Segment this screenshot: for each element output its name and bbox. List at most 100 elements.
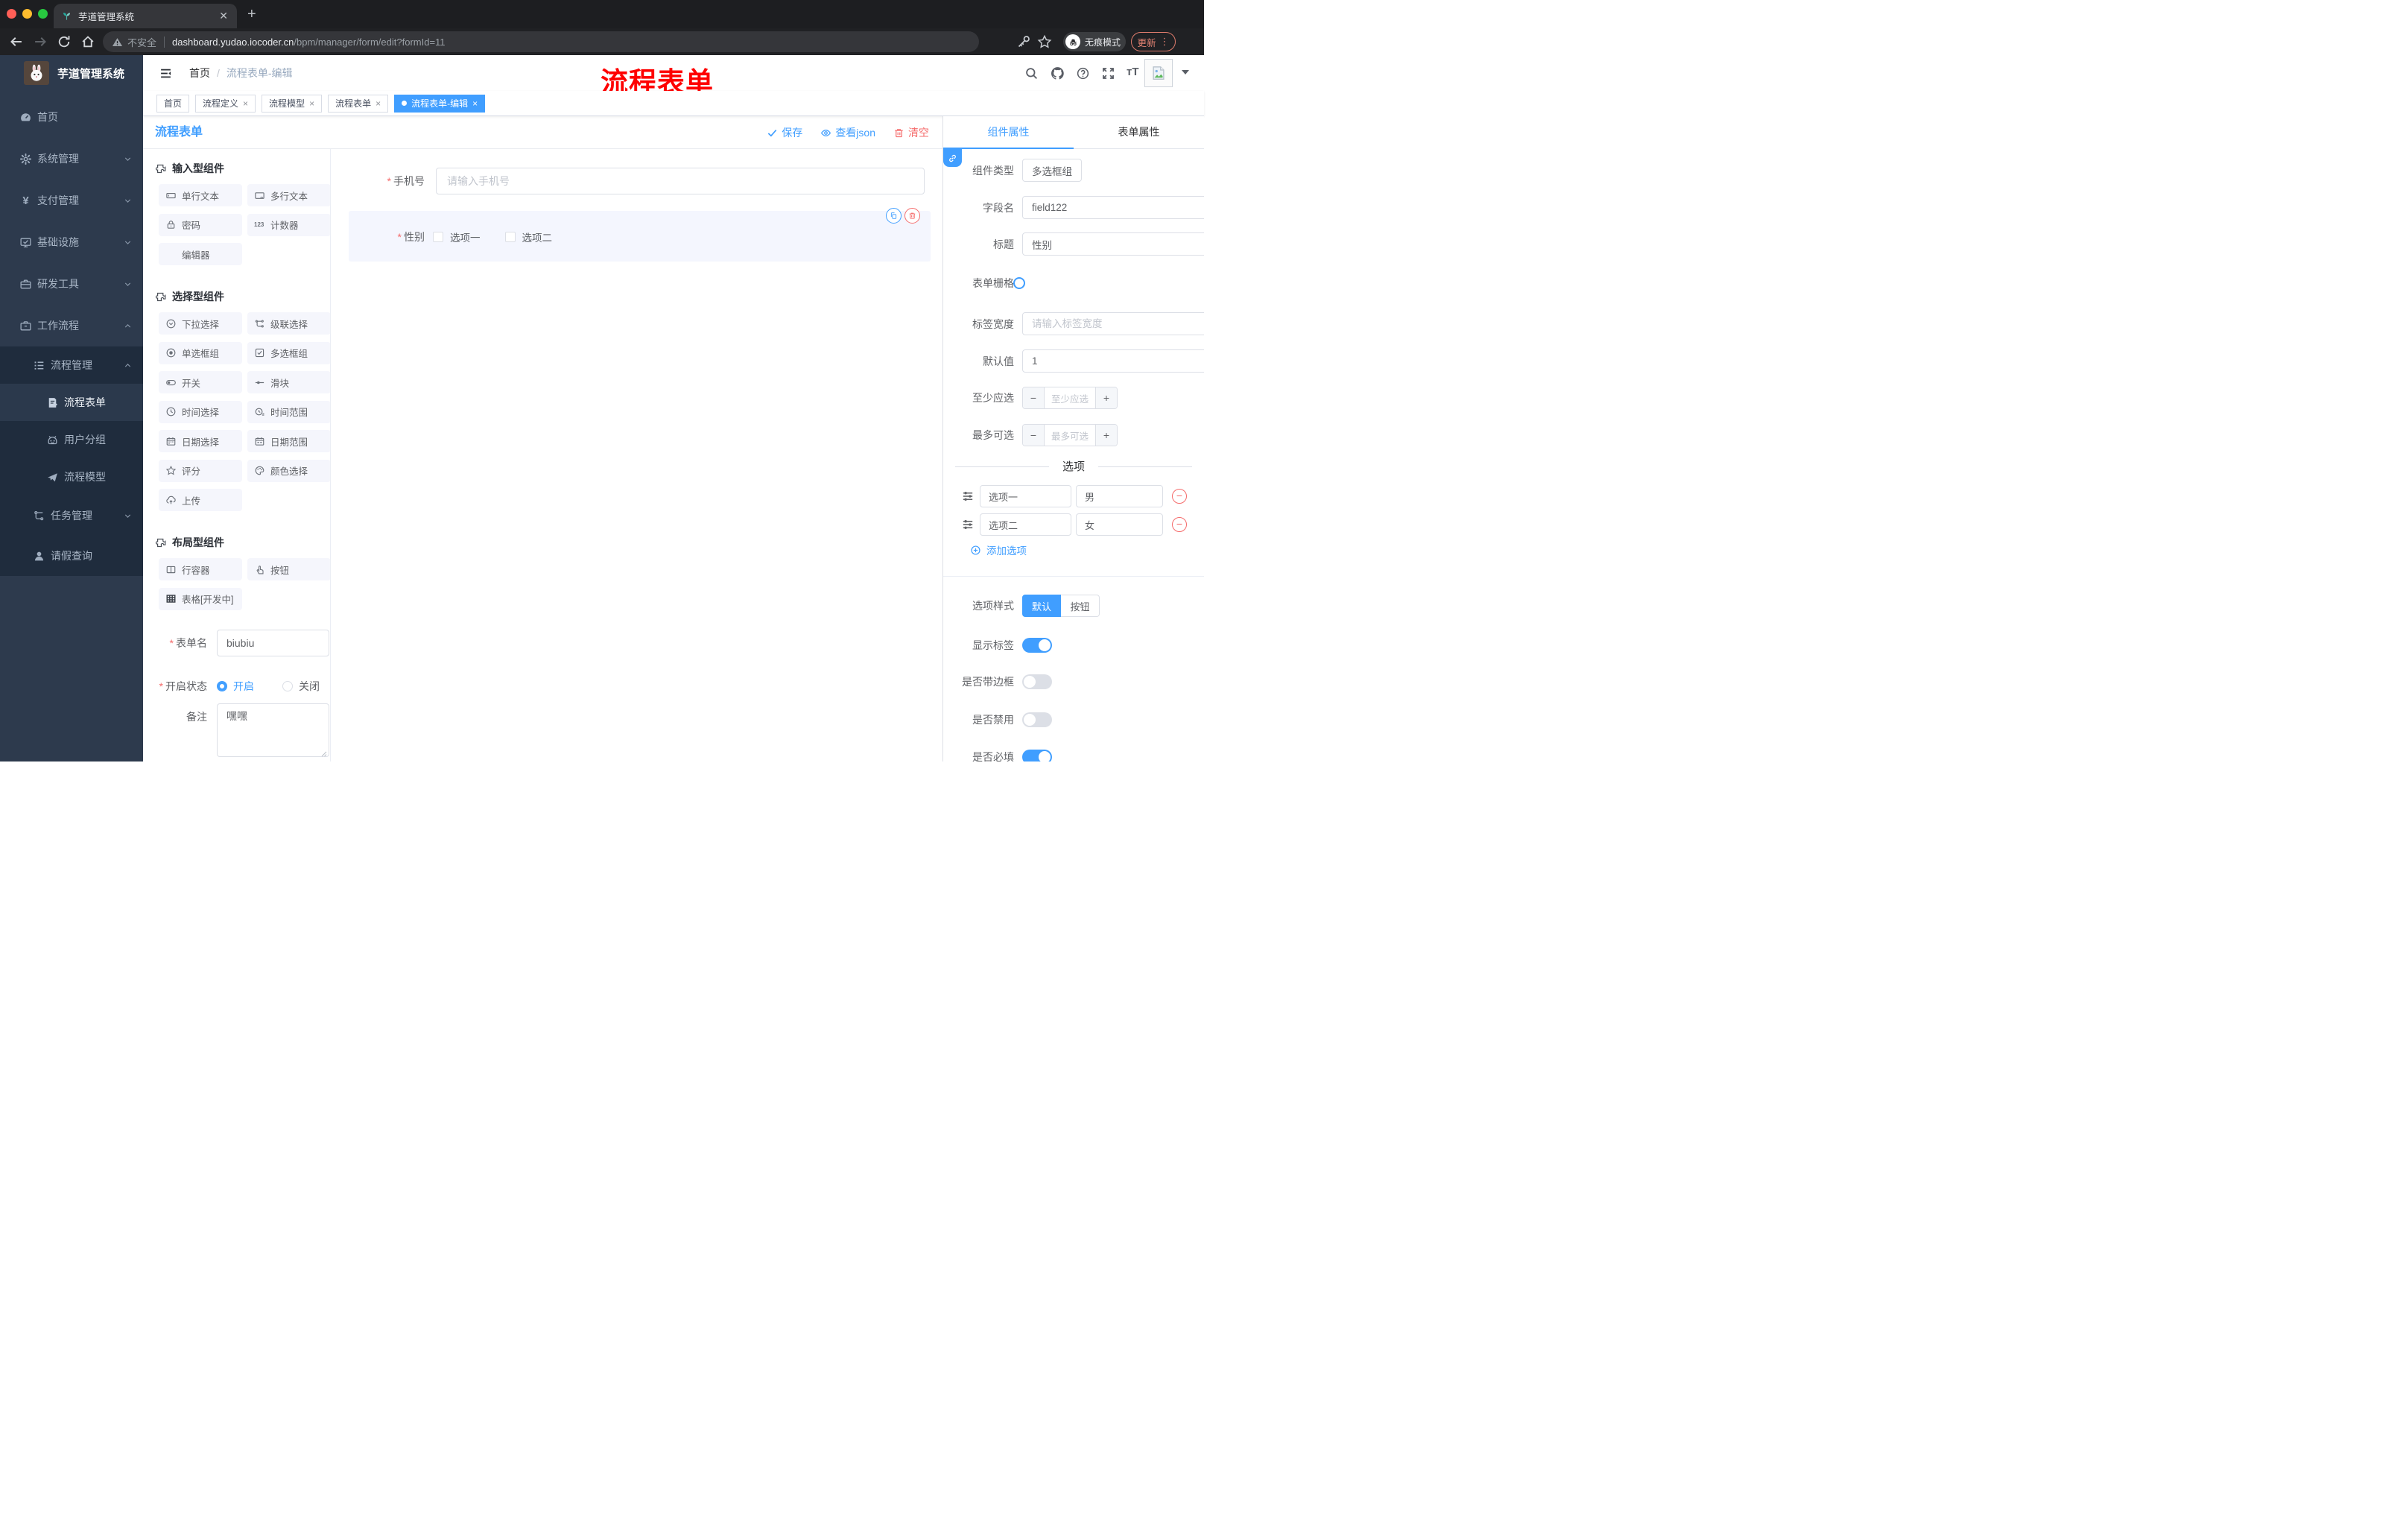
sidebar-item-payment[interactable]: ¥ 支付管理: [0, 180, 143, 221]
style-default-button[interactable]: 默认: [1022, 595, 1061, 617]
tag-process-form[interactable]: 流程表单 ×: [328, 94, 389, 113]
required-switch[interactable]: [1022, 750, 1052, 762]
tag-home[interactable]: 首页: [156, 94, 190, 113]
fullscreen-icon[interactable]: [1101, 66, 1115, 80]
title-input[interactable]: [1022, 232, 1204, 256]
minimize-window-button[interactable]: [22, 9, 32, 19]
clear-button[interactable]: 清空: [893, 125, 929, 140]
component-item-button[interactable]: 按钮: [247, 558, 330, 580]
component-item-switch[interactable]: 开关: [159, 371, 242, 393]
tag-process-model[interactable]: 流程模型 ×: [262, 94, 323, 113]
option2-label-input[interactable]: [980, 513, 1071, 536]
tag-close-icon[interactable]: ×: [243, 98, 248, 109]
style-button-button[interactable]: 按钮: [1061, 595, 1100, 617]
back-icon[interactable]: [9, 34, 24, 49]
form-remark-textarea[interactable]: [217, 703, 329, 757]
tag-close-icon[interactable]: ×: [376, 98, 381, 109]
component-item-checkbox-group[interactable]: 多选框组: [247, 341, 330, 364]
search-icon[interactable]: [1024, 66, 1039, 80]
browser-tab[interactable]: 芋道管理系统 ✕: [54, 4, 237, 28]
component-item-single-text[interactable]: 单行文本: [159, 184, 242, 206]
drag-handle-icon[interactable]: [961, 490, 975, 503]
breadcrumb-home[interactable]: 首页: [189, 66, 210, 80]
save-button[interactable]: 保存: [767, 125, 802, 140]
option2-value-input[interactable]: [1076, 513, 1163, 536]
gender-option2-checkbox[interactable]: 选项二: [504, 229, 552, 244]
show-label-switch[interactable]: [1022, 638, 1052, 653]
sidebar-item-process-model[interactable]: 流程模型: [0, 458, 143, 495]
component-item-slider[interactable]: 滑块: [247, 371, 330, 393]
increase-button[interactable]: +: [1095, 387, 1117, 408]
component-item-row-container[interactable]: 行容器: [159, 558, 242, 580]
tab-form-props[interactable]: 表单属性: [1074, 116, 1204, 148]
sidebar-item-task-mgmt[interactable]: 任务管理: [0, 495, 143, 536]
forward-icon[interactable]: [33, 34, 48, 49]
new-tab-button[interactable]: +: [247, 6, 256, 22]
tag-close-icon[interactable]: ×: [309, 98, 314, 109]
add-option-button[interactable]: 添加选项: [970, 542, 1027, 557]
min-select-placeholder[interactable]: 至少应选: [1045, 387, 1095, 408]
disabled-switch[interactable]: [1022, 712, 1052, 727]
component-item-upload[interactable]: 上传: [159, 489, 242, 511]
component-item-radio-group[interactable]: 单选框组: [159, 341, 242, 364]
github-icon[interactable]: [1050, 66, 1065, 81]
field-name-input[interactable]: [1022, 196, 1204, 219]
bookmark-star-icon[interactable]: [1037, 34, 1052, 49]
sidebar-item-process-mgmt[interactable]: 流程管理: [0, 346, 143, 384]
default-value-input[interactable]: [1022, 349, 1204, 373]
option1-label-input[interactable]: [980, 485, 1071, 507]
home-icon[interactable]: [80, 34, 95, 49]
close-window-button[interactable]: [7, 9, 16, 19]
resize-handle[interactable]: [321, 751, 327, 757]
tab-close-icon[interactable]: ✕: [218, 10, 229, 22]
component-item-table[interactable]: 表格[开发中]: [159, 587, 242, 610]
browser-update-button[interactable]: 更新 ⋮: [1131, 32, 1176, 51]
status-open-radio[interactable]: 开启: [217, 679, 254, 694]
reload-icon[interactable]: [57, 34, 72, 49]
sidebar-item-home[interactable]: 首页: [0, 96, 143, 138]
avatar[interactable]: [1144, 59, 1173, 87]
form-name-input[interactable]: [217, 629, 329, 656]
sidebar-item-devtools[interactable]: 研发工具: [0, 263, 143, 305]
sidebar-item-process-form[interactable]: 流程表单: [0, 384, 143, 421]
component-item-date-picker[interactable]: 日期选择: [159, 430, 242, 452]
key-icon[interactable]: [1016, 34, 1031, 49]
tab-component-props[interactable]: 组件属性: [943, 116, 1074, 148]
maximize-window-button[interactable]: [38, 9, 48, 19]
tag-process-definition[interactable]: 流程定义 ×: [195, 94, 256, 113]
font-size-icon[interactable]: тT: [1127, 66, 1139, 78]
component-item-time-picker[interactable]: 时间选择: [159, 400, 242, 423]
gender-option1-checkbox[interactable]: 选项一: [433, 229, 481, 244]
drag-handle-icon[interactable]: [961, 518, 975, 531]
sidebar-item-leave-query[interactable]: 请假查询: [0, 536, 143, 576]
address-bar[interactable]: 不安全 dashboard.yudao.iocoder.cn/bpm/manag…: [103, 31, 979, 52]
component-item-select[interactable]: 下拉选择: [159, 312, 242, 335]
sidebar-item-user-group[interactable]: 用户分组: [0, 421, 143, 458]
component-item-color-picker[interactable]: 颜色选择: [247, 459, 330, 482]
component-item-cascader[interactable]: 级联选择: [247, 312, 330, 335]
selected-component-gender[interactable]: 性别 选项一 选项二: [349, 208, 931, 262]
label-width-input[interactable]: [1022, 312, 1204, 335]
slider-handle[interactable]: [1013, 277, 1025, 289]
tag-close-icon[interactable]: ×: [472, 98, 478, 109]
remove-option-button[interactable]: −: [1172, 489, 1187, 504]
duplicate-component-button[interactable]: [886, 208, 902, 224]
browser-menu-dots-icon[interactable]: ⋮: [1160, 36, 1170, 48]
window-controls[interactable]: [7, 9, 48, 19]
avatar-caret-down-icon[interactable]: [1182, 70, 1189, 78]
component-item-date-range[interactable]: 日期范围: [247, 430, 330, 452]
component-item-multi-text[interactable]: 多行文本: [247, 184, 330, 206]
status-closed-radio[interactable]: 关闭: [282, 679, 320, 694]
sidebar-item-infra[interactable]: 基础设施: [0, 221, 143, 263]
sidebar-fold-icon[interactable]: [159, 67, 172, 80]
phone-field-input[interactable]: [436, 168, 925, 194]
increase-button[interactable]: +: [1095, 425, 1117, 446]
decrease-button[interactable]: −: [1023, 387, 1045, 408]
decrease-button[interactable]: −: [1023, 425, 1045, 446]
sidebar-item-workflow[interactable]: 工作流程: [0, 305, 143, 346]
component-item-time-range[interactable]: 时间范围: [247, 400, 330, 423]
component-item-counter[interactable]: 123 计数器: [247, 213, 330, 236]
view-json-button[interactable]: 查看json: [820, 125, 875, 140]
option1-value-input[interactable]: [1076, 485, 1163, 507]
max-select-placeholder[interactable]: 最多可选: [1045, 425, 1095, 446]
